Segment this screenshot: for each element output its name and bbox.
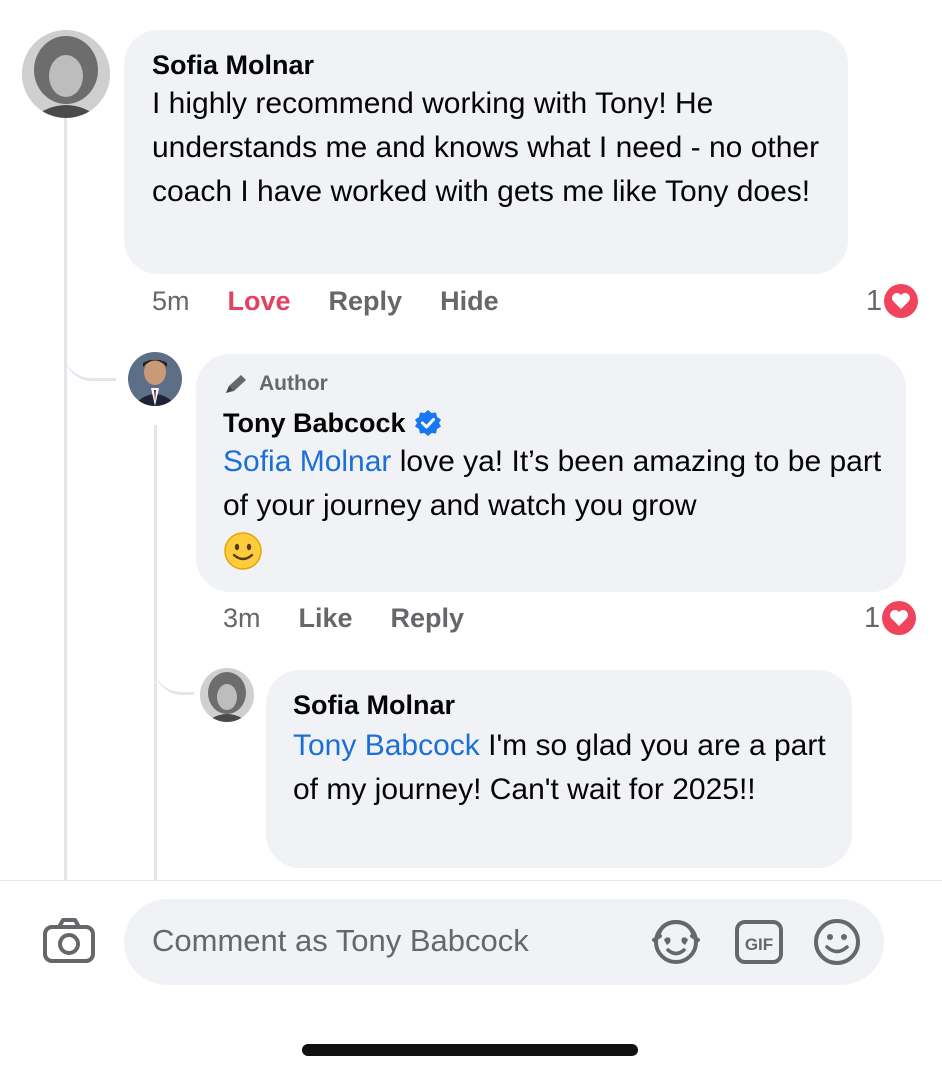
reaction-count: 1 — [864, 601, 881, 634]
comment-author[interactable]: Sofia Molnar — [293, 688, 838, 722]
reply-bubble: Author Tony Babcock Sofia Molnar love ya… — [196, 354, 906, 592]
svg-text:GIF: GIF — [745, 935, 773, 954]
comment-bubble: Sofia Molnar I highly recommend working … — [124, 30, 848, 274]
comment-composer: Comment as Tony Babcock GIF — [0, 880, 942, 1073]
heart-icon — [882, 601, 917, 635]
comment-input-placeholder: Comment as Tony Babcock — [152, 923, 529, 958]
thread-connector-reply — [64, 310, 116, 381]
avatar[interactable] — [200, 668, 254, 722]
nested-reply-bubble: Sofia Molnar Tony Babcock I'm so glad yo… — [266, 670, 852, 868]
comment-time[interactable]: 3m — [223, 603, 261, 634]
thread-connector-nested — [154, 630, 194, 695]
heart-icon — [884, 284, 919, 318]
avatar[interactable] — [128, 352, 182, 406]
reply-button[interactable]: Reply — [329, 286, 403, 317]
mention-link[interactable]: Sofia Molnar — [223, 445, 391, 478]
comment-text: Tony Babcock I'm so glad you are a part … — [293, 724, 838, 812]
author-badge: Author — [223, 370, 893, 398]
love-button[interactable]: Love — [228, 286, 291, 317]
avatar[interactable] — [22, 30, 110, 118]
mention-link[interactable]: Tony Babcock — [293, 729, 480, 762]
reply-actions: 3m Like Reply — [223, 603, 502, 634]
comment-author[interactable]: Sofia Molnar — [152, 48, 832, 82]
verified-badge-icon — [414, 409, 442, 437]
pencil-icon — [223, 372, 251, 396]
slightly-smiling-emoji-icon — [223, 531, 263, 571]
comment-text: Sofia Molnar love ya! It’s been amazing … — [223, 440, 893, 572]
hide-button[interactable]: Hide — [440, 286, 499, 317]
like-button[interactable]: Like — [299, 603, 353, 634]
gif-icon[interactable]: GIF — [734, 919, 784, 970]
comment-text: I highly recommend working with Tony! He… — [152, 87, 820, 208]
reply-button[interactable]: Reply — [391, 603, 465, 634]
comment-author-row: Tony Babcock — [223, 406, 893, 440]
reaction-summary[interactable]: 1 — [866, 284, 919, 318]
avatar-sticker-icon[interactable] — [650, 918, 702, 971]
comment-input[interactable]: Comment as Tony Babcock GIF — [124, 899, 884, 985]
comment-time[interactable]: 5m — [152, 286, 190, 317]
home-indicator[interactable] — [302, 1044, 638, 1056]
reaction-summary[interactable]: 1 — [864, 601, 917, 635]
comment-author[interactable]: Tony Babcock — [223, 406, 406, 440]
comment-actions: 5m Love Reply Hide — [152, 286, 537, 317]
author-badge-label: Author — [259, 372, 328, 395]
thread-line-main — [64, 118, 67, 880]
reaction-count: 1 — [866, 284, 883, 317]
camera-icon[interactable] — [42, 917, 96, 970]
emoji-icon[interactable] — [812, 917, 862, 972]
